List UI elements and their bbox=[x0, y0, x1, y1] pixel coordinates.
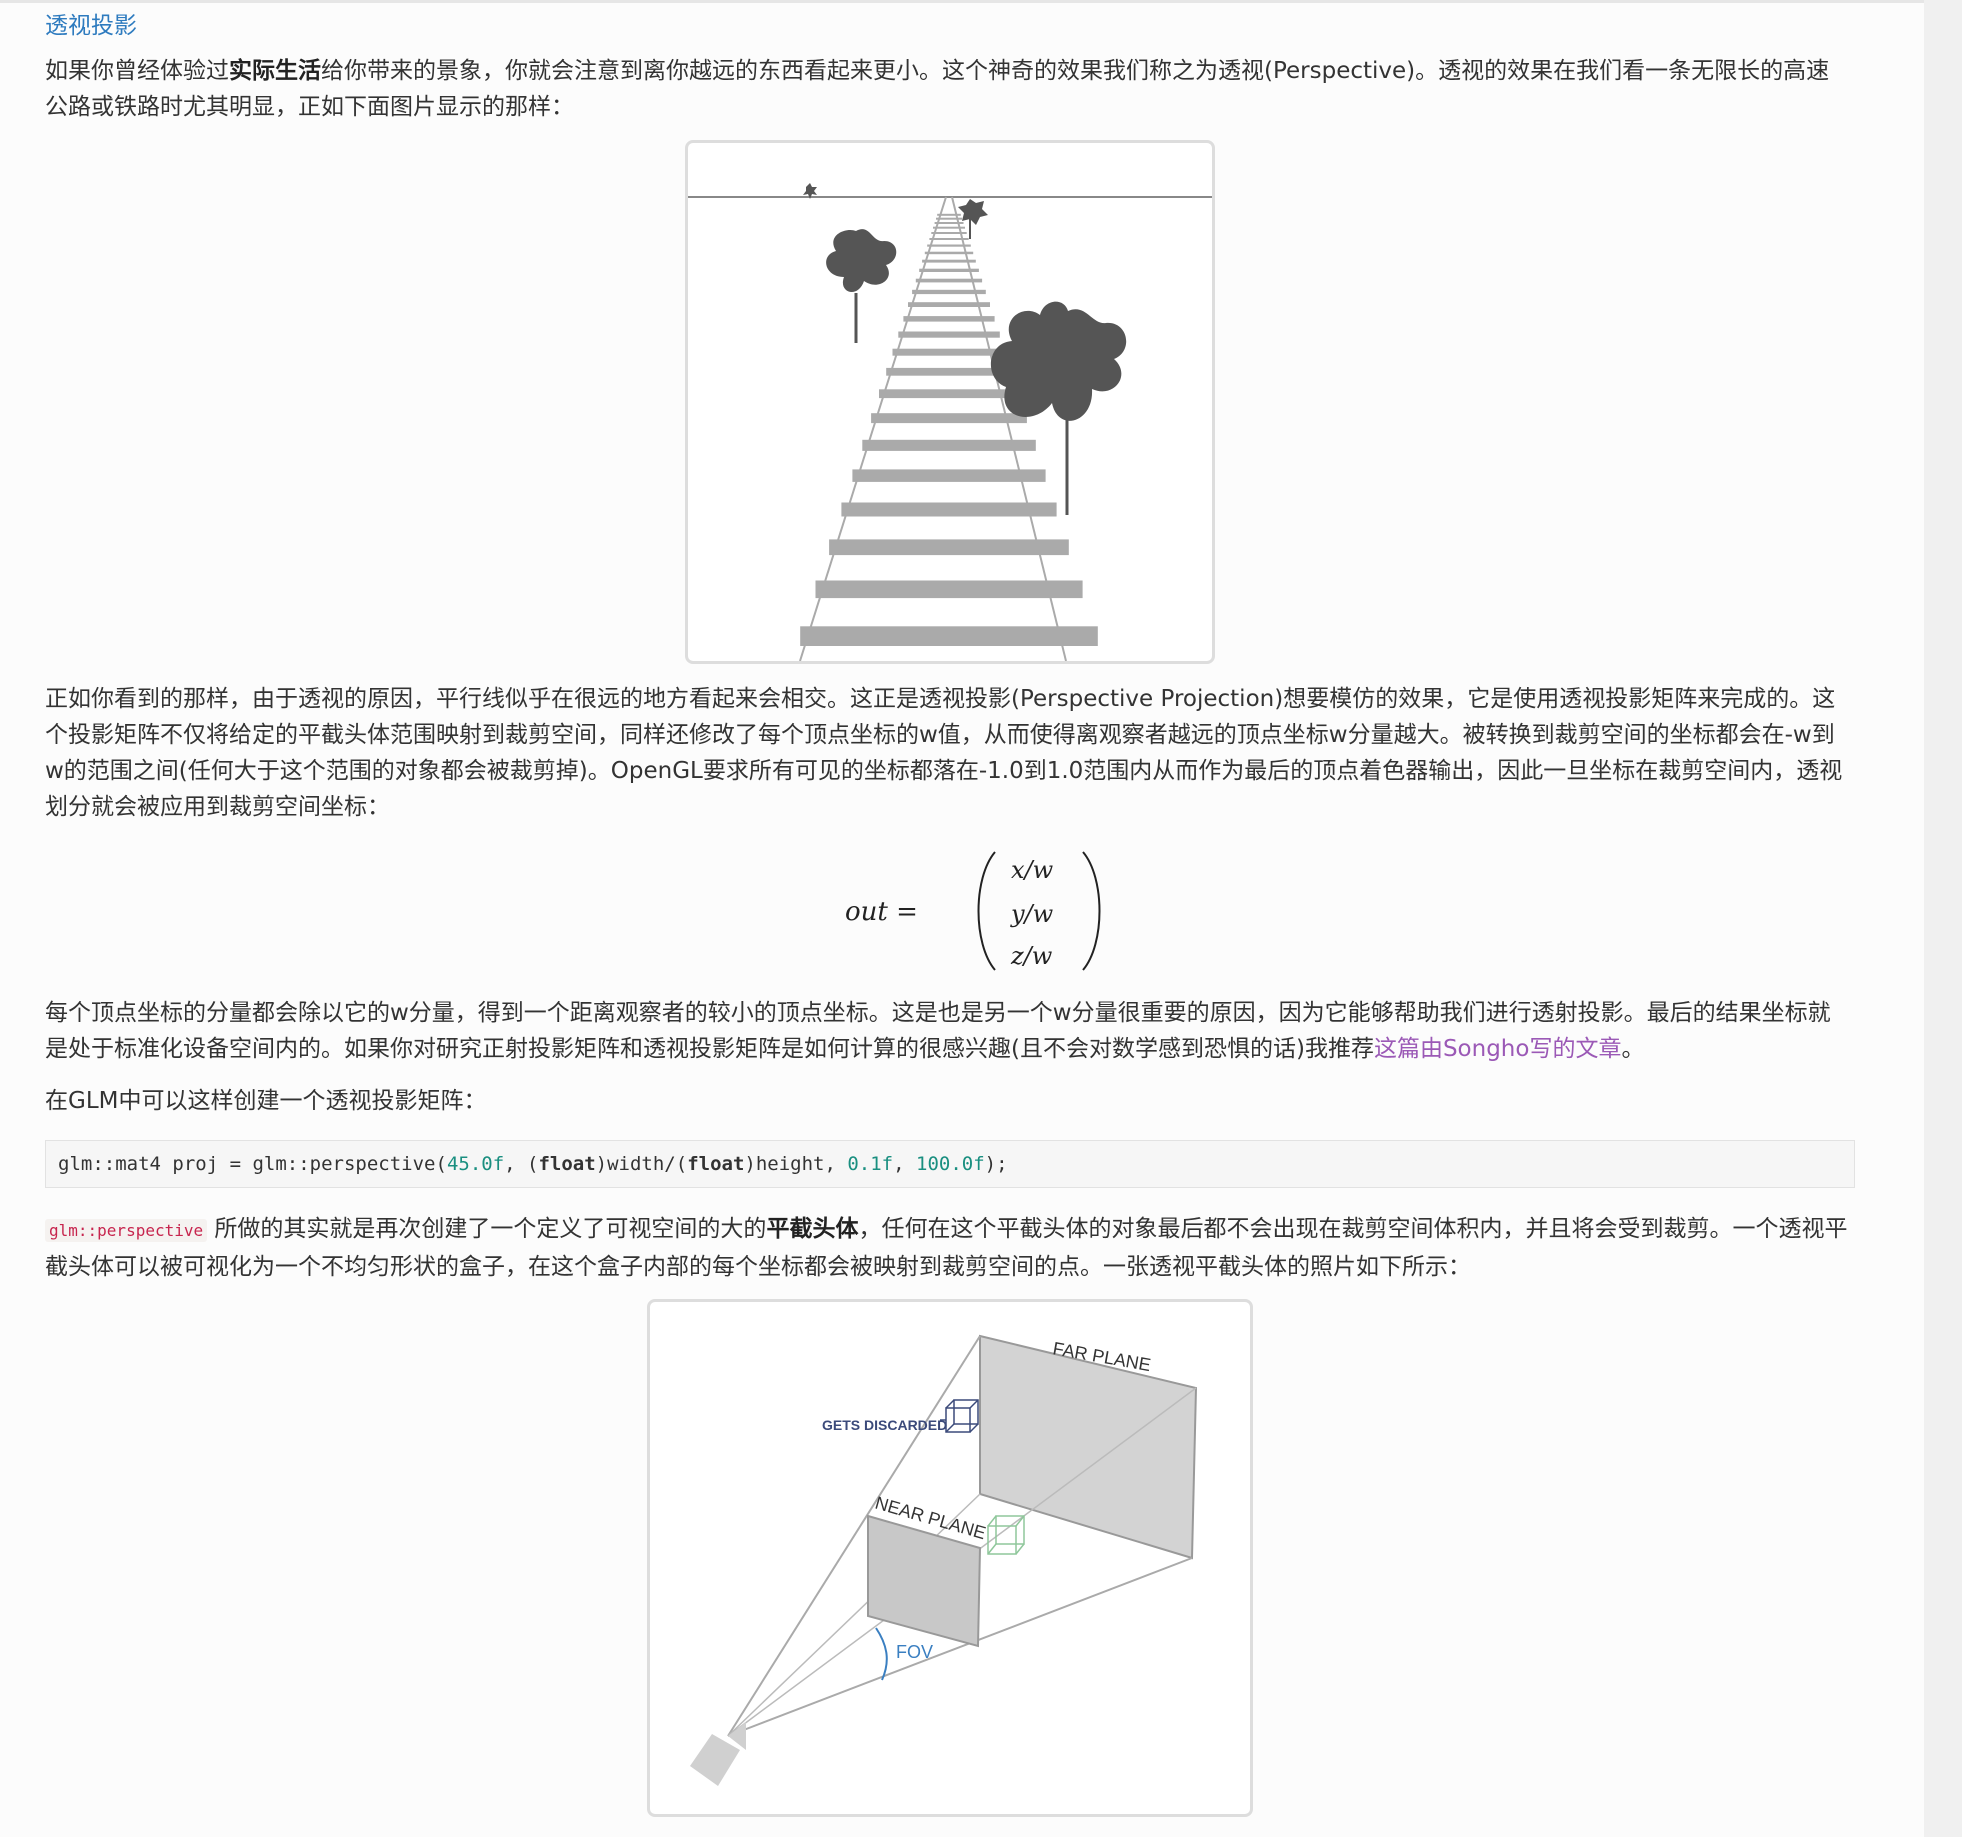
railway-sleeper bbox=[919, 268, 979, 272]
railway-sleeper bbox=[800, 626, 1098, 646]
railway-sleeper bbox=[815, 580, 1083, 599]
paragraph-perspective-projection: 正如你看到的那样，由于透视的原因，平行线似乎在很远的地方看起来会相交。这正是透视… bbox=[45, 686, 1843, 820]
railway-illustration bbox=[688, 183, 1212, 661]
railway-sleeper bbox=[892, 348, 1006, 356]
songho-article-link[interactable]: 这篇由Songho写的文章 bbox=[1374, 1036, 1622, 1062]
bold-text: 平截头体 bbox=[766, 1216, 859, 1242]
bold-text: 实际生活 bbox=[229, 58, 321, 84]
gets-discarded-label: GETS DISCARDED bbox=[822, 1417, 947, 1433]
railway-sleeper bbox=[829, 539, 1069, 556]
fov-label: FOV bbox=[896, 1642, 933, 1662]
railway-sleeper bbox=[879, 389, 1019, 399]
railway-sleeper bbox=[936, 217, 963, 220]
formula-row-y: y/w bbox=[1010, 900, 1054, 928]
railway-sleeper bbox=[924, 251, 974, 255]
railway-sleeper bbox=[929, 238, 969, 240]
railway-sleeper bbox=[862, 439, 1036, 451]
railway-sleeper bbox=[937, 213, 961, 216]
text: 。 bbox=[1621, 1036, 1645, 1062]
railway-sleeper bbox=[841, 502, 1057, 517]
formula-lhs: out = bbox=[845, 897, 918, 927]
paragraph-perspective-divide: 每个顶点坐标的分量都会除以它的w分量，得到一个距离观察者的较小的顶点坐标。这是也… bbox=[45, 995, 1850, 1067]
railway-sleeper bbox=[927, 244, 971, 247]
railway-sleeper bbox=[922, 259, 976, 263]
text: 所做的其实就是再次创建了一个定义了可视空间的大的 bbox=[207, 1216, 767, 1242]
paragraph-frustum: glm::perspective 所做的其实就是再次创建了一个定义了可视空间的大… bbox=[45, 1211, 1850, 1285]
text: 如果你曾经体验过 bbox=[45, 58, 229, 84]
inline-code: glm::perspective bbox=[45, 1219, 208, 1242]
railway-sleeper bbox=[903, 316, 995, 322]
perspective-divide-formula: out = x/w y/w z/w bbox=[845, 848, 1105, 974]
railway-sleeper bbox=[852, 469, 1046, 482]
formula-row-z: z/w bbox=[1010, 942, 1053, 970]
railway-sleeper bbox=[912, 289, 986, 295]
frustum-diagram: FOV GETS DISCARDED FAR PLANE NEAR PLANE bbox=[690, 1334, 1198, 1786]
top-border bbox=[0, 0, 1962, 3]
formula-row-x: x/w bbox=[1011, 856, 1054, 884]
section-heading: 透视投影 bbox=[45, 13, 137, 39]
railway-sleeper bbox=[934, 222, 964, 224]
paragraph-glm-intro: 在GLM中可以这样创建一个透视投影矩阵： bbox=[45, 1088, 487, 1114]
railway-sleeper bbox=[915, 278, 983, 283]
railway-sleeper bbox=[898, 331, 1000, 338]
code-block: glm::mat4 proj = glm::perspective(45.0f,… bbox=[45, 1140, 1855, 1188]
scrollbar[interactable] bbox=[1924, 0, 1962, 1837]
paragraph-intro: 如果你曾经体验过实际生活给你带来的景象，你就会注意到离你越远的东西看起来更小。这… bbox=[45, 53, 1850, 125]
railway-sleeper bbox=[933, 226, 965, 229]
railway-perspective-figure bbox=[685, 140, 1215, 664]
railway-sleeper bbox=[908, 302, 990, 307]
railway-sleeper bbox=[931, 232, 967, 234]
frustum-figure: FOV GETS DISCARDED FAR PLANE NEAR PLANE bbox=[647, 1299, 1253, 1817]
railway-sleeper bbox=[871, 413, 1027, 424]
